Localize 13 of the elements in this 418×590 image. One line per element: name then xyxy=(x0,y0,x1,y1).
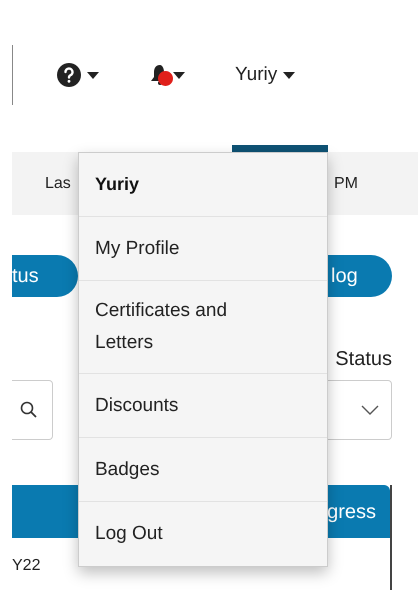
user-menu-button[interactable]: Yuriy xyxy=(235,60,296,90)
column-header: gress xyxy=(327,500,376,524)
status-button[interactable]: tus xyxy=(12,255,78,297)
menu-item[interactable]: Certificates and Letters xyxy=(95,295,270,359)
menu-item[interactable]: Discounts xyxy=(95,390,178,422)
menu-item[interactable]: Badges xyxy=(95,454,160,486)
menu-item[interactable]: Log Out xyxy=(95,518,163,550)
table-cell: Y22 xyxy=(12,557,40,574)
menu-user-name: Yuriy xyxy=(95,173,140,196)
info-text: Las xyxy=(45,174,71,194)
status-label: Status xyxy=(335,347,392,368)
menu-item[interactable]: My Profile xyxy=(95,232,180,264)
info-text: PM xyxy=(334,174,358,194)
